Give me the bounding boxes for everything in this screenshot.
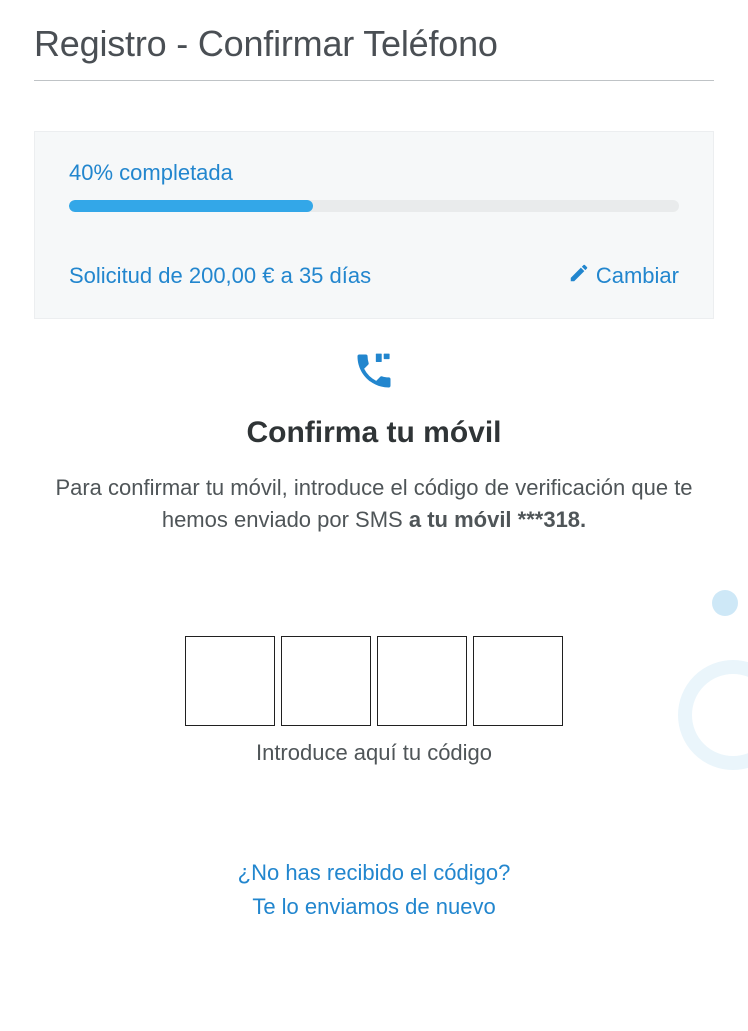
loan-request-row: Solicitud de 200,00 € a 35 días Cambiar [69,262,679,290]
page-title: Registro - Confirmar Teléfono [34,10,714,81]
pencil-icon [568,262,590,290]
change-loan-label: Cambiar [596,263,679,289]
code-digit-3[interactable] [377,636,467,726]
confirm-instruction: Para confirmar tu móvil, introduce el có… [34,472,714,536]
progress-label: 40% completada [69,160,679,186]
resend-question: ¿No has recibido el código? [34,856,714,890]
instruction-bold: a tu móvil ***318. [409,507,586,532]
progress-bar [69,200,679,212]
change-loan-link[interactable]: Cambiar [568,262,679,290]
page-container: Registro - Confirmar Teléfono 40% comple… [0,0,748,964]
confirm-heading: Confirma tu móvil [34,416,714,450]
code-entry-section: Introduce aquí tu código [34,636,714,766]
code-hint: Introduce aquí tu código [34,740,714,766]
progress-fill [69,200,313,212]
phone-icon-wrap [34,349,714,398]
phone-voicemail-icon [352,349,396,398]
resend-block: ¿No has recibido el código? Te lo enviam… [34,856,714,924]
code-digit-2[interactable] [281,636,371,726]
code-digit-4[interactable] [473,636,563,726]
resend-link[interactable]: Te lo enviamos de nuevo [252,894,495,919]
loan-request-text: Solicitud de 200,00 € a 35 días [69,263,371,289]
instruction-text: Para confirmar tu móvil, introduce el có… [55,475,692,532]
progress-card: 40% completada Solicitud de 200,00 € a 3… [34,131,714,319]
confirm-section: Confirma tu móvil Para confirmar tu móvi… [34,349,714,536]
code-inputs [34,636,714,726]
code-digit-1[interactable] [185,636,275,726]
